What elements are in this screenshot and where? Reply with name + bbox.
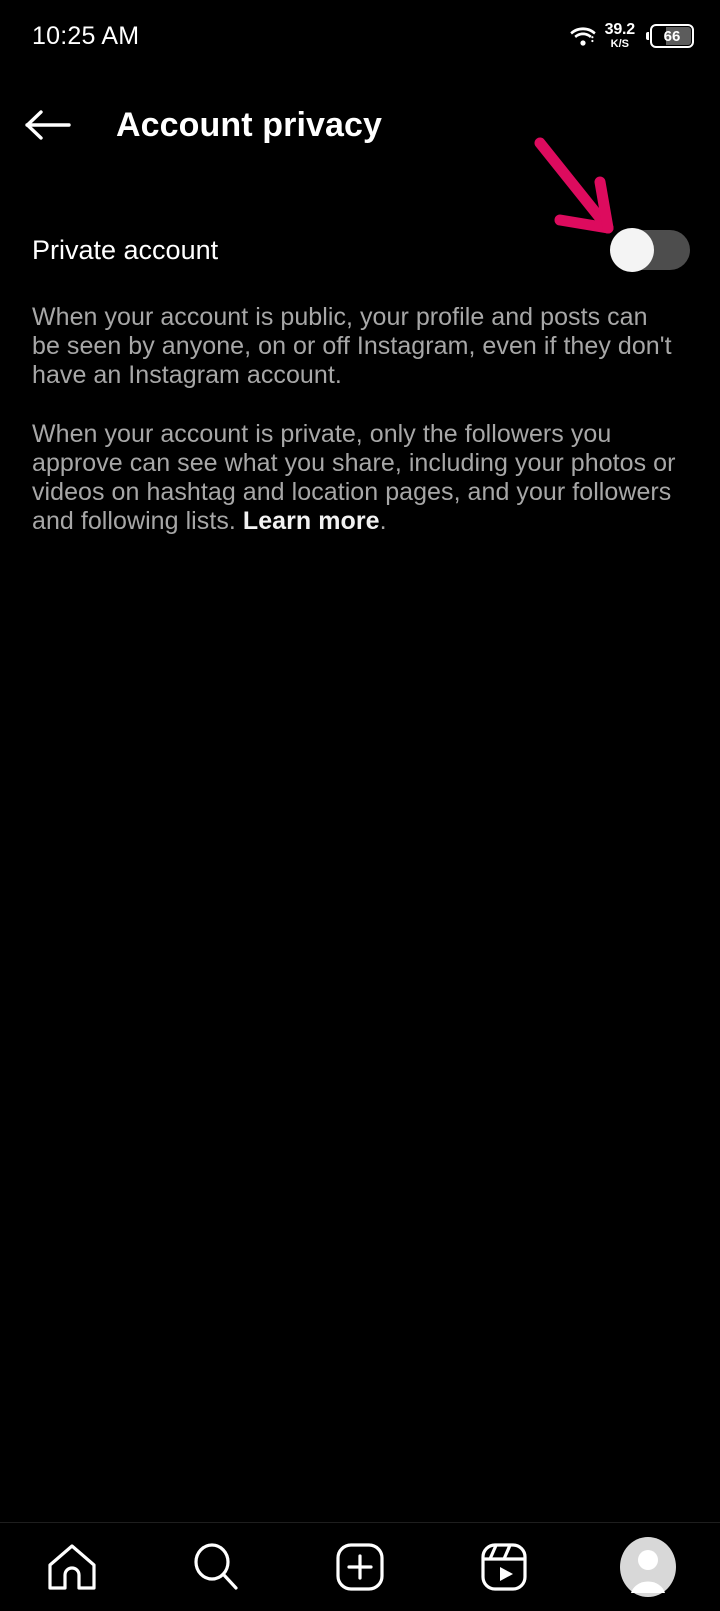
private-account-label: Private account xyxy=(32,234,219,265)
private-account-row[interactable]: Private account xyxy=(0,222,720,278)
description-text: When your account is public, your profil… xyxy=(32,303,678,536)
toggle-knob xyxy=(610,228,654,272)
description-paragraph-private: When your account is private, only the f… xyxy=(32,420,678,536)
page-header: Account privacy xyxy=(0,92,720,158)
paragraph-private-period: . xyxy=(379,507,387,535)
status-indicators: 39.2 K/S 66 xyxy=(569,21,694,50)
nav-item-profile[interactable] xyxy=(598,1523,698,1611)
nav-item-search[interactable] xyxy=(166,1523,266,1611)
plus-square-icon xyxy=(333,1540,387,1594)
network-speed-unit: K/S xyxy=(610,38,629,50)
bottom-navigation-bar xyxy=(0,1522,720,1611)
avatar-icon xyxy=(618,1536,678,1598)
home-icon xyxy=(45,1541,99,1593)
network-speed: 39.2 K/S xyxy=(604,21,636,50)
nav-item-create[interactable] xyxy=(310,1523,410,1611)
description-paragraph-public: When your account is public, your profil… xyxy=(32,303,672,389)
battery-level: 66 xyxy=(663,27,681,45)
battery-indicator: 66 xyxy=(646,24,694,48)
back-arrow-icon xyxy=(24,108,72,142)
status-bar: 10:25 AM 39.2 K/S 66 xyxy=(0,0,720,72)
wifi-icon xyxy=(569,25,596,47)
battery-body: 66 xyxy=(650,24,694,48)
page-title: Account privacy xyxy=(116,105,383,144)
learn-more-link[interactable]: Learn more xyxy=(243,507,380,535)
search-icon xyxy=(189,1540,243,1594)
private-account-toggle[interactable] xyxy=(610,228,690,272)
nav-item-reels[interactable] xyxy=(454,1523,554,1611)
status-clock: 10:25 AM xyxy=(32,21,140,50)
battery-nub xyxy=(646,32,649,40)
reels-icon xyxy=(479,1540,529,1594)
network-speed-value: 39.2 xyxy=(604,21,636,38)
back-button[interactable] xyxy=(10,92,86,158)
nav-item-home[interactable] xyxy=(22,1523,122,1611)
app-screen: 10:25 AM 39.2 K/S 66 Account privacy Pri… xyxy=(0,0,720,1611)
